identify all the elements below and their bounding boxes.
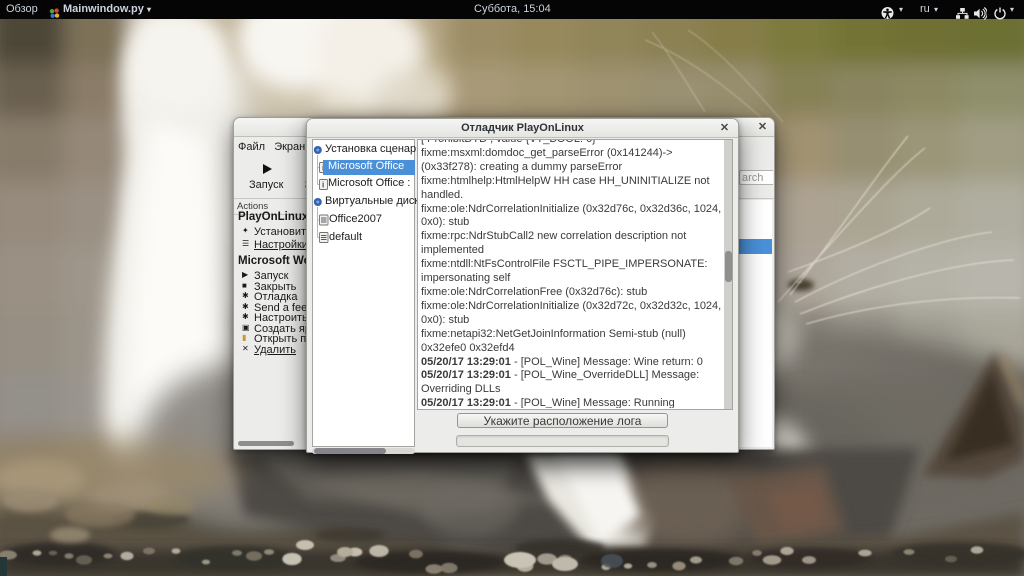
svg-text:i: i: [322, 181, 324, 190]
